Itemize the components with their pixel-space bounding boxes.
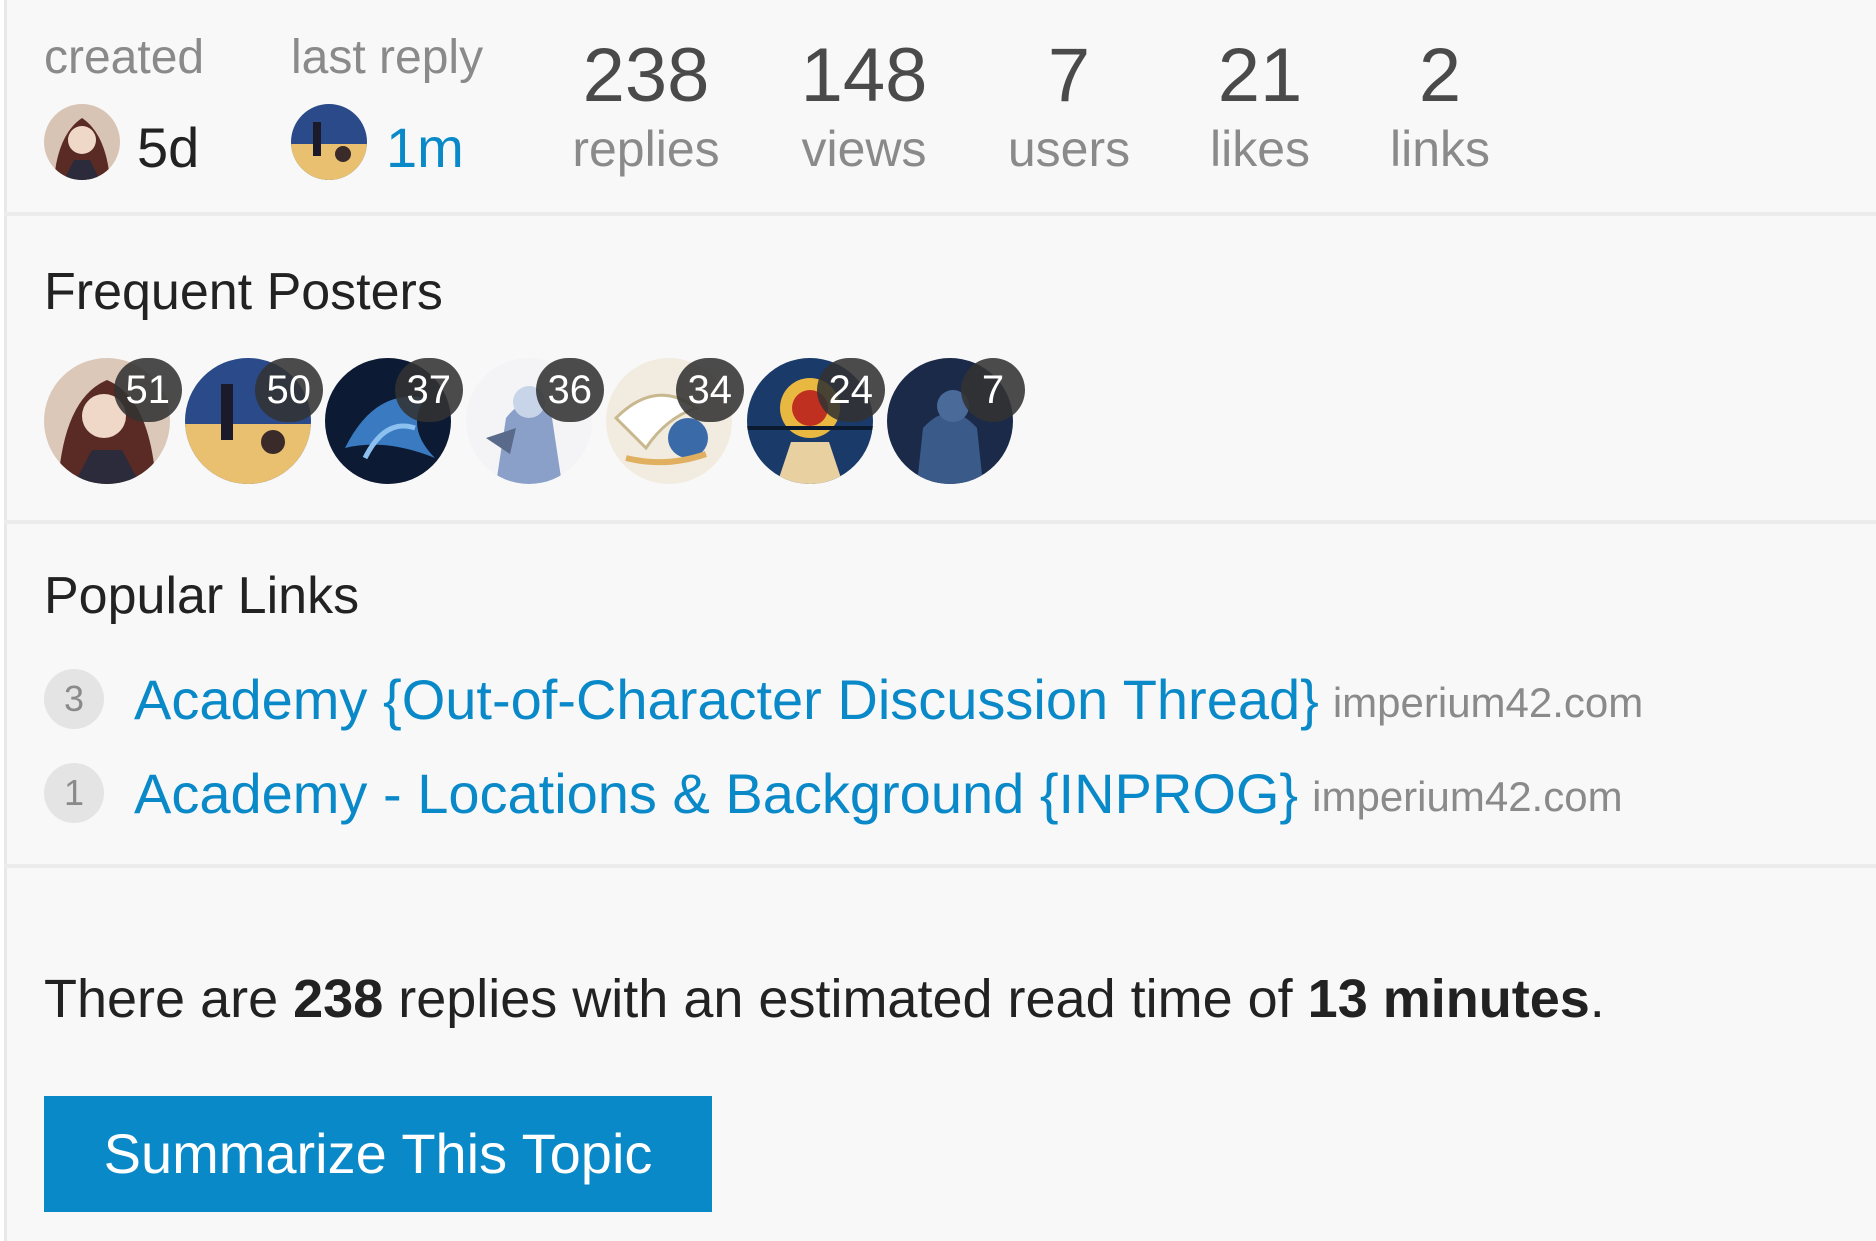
link-domain: imperium42.com	[1312, 773, 1623, 820]
last-reply-time[interactable]: 1m	[386, 120, 464, 176]
likes-label: likes	[1209, 121, 1311, 177]
frequent-poster[interactable]: 34	[606, 358, 744, 484]
read-time-summary: There are 238 replies with an estimated …	[44, 968, 1605, 1030]
frequent-poster[interactable]: 24	[747, 358, 885, 484]
links-count: 2	[1418, 33, 1462, 118]
likes-count: 21	[1217, 33, 1303, 118]
replies-metric: 238 replies	[546, 33, 746, 177]
frequent-posters-title: Frequent Posters	[44, 263, 443, 321]
link-click-count: 1	[44, 763, 104, 823]
last-reply-avatar[interactable]	[291, 104, 367, 180]
post-count-badge: 37	[394, 358, 463, 422]
likes-metric: 21 likes	[1160, 33, 1360, 177]
frequent-poster[interactable]: 37	[325, 358, 463, 484]
users-label: users	[1007, 121, 1131, 177]
divider	[4, 520, 1876, 524]
summary-read-time: 13 minutes	[1307, 969, 1590, 1029]
frequent-poster[interactable]: 36	[466, 358, 604, 484]
users-count: 7	[1047, 33, 1091, 118]
summary-suffix: .	[1589, 969, 1605, 1029]
created-time[interactable]: 5d	[137, 120, 199, 176]
link-domain: imperium42.com	[1332, 679, 1644, 726]
post-count-badge: 7	[961, 358, 1025, 422]
users-metric: 7 users	[969, 33, 1169, 177]
summary-prefix: There are	[44, 969, 294, 1029]
post-count-badge: 36	[535, 358, 604, 422]
replies-count: 238	[582, 33, 710, 118]
popular-link[interactable]: Academy - Locations & Background {INPROG…	[134, 761, 1298, 826]
post-count-badge: 34	[675, 358, 744, 422]
frequent-poster[interactable]: 51	[44, 358, 182, 484]
link-click-count: 3	[44, 669, 104, 729]
last-reply-label: last reply	[291, 31, 484, 84]
links-label: links	[1389, 121, 1491, 177]
creator-avatar[interactable]	[44, 104, 120, 180]
views-count: 148	[800, 33, 928, 118]
popular-link-item: 1 Academy - Locations & Background {INPR…	[44, 758, 1623, 828]
divider	[4, 864, 1876, 868]
frequent-poster[interactable]: 7	[887, 358, 1025, 484]
popular-link[interactable]: Academy {Out-of-Character Discussion Thr…	[134, 667, 1319, 732]
frequent-poster[interactable]: 50	[185, 358, 323, 484]
summarize-topic-button[interactable]: Summarize This Topic	[44, 1096, 712, 1212]
popular-link-item: 3 Academy {Out-of-Character Discussion T…	[44, 664, 1643, 734]
created-label: created	[44, 31, 205, 84]
popular-links-title: Popular Links	[44, 567, 360, 625]
views-label: views	[801, 121, 927, 177]
post-count-badge: 51	[113, 358, 182, 422]
links-metric[interactable]: 2 links	[1340, 33, 1540, 177]
views-metric: 148 views	[764, 33, 964, 177]
post-count-badge: 50	[254, 358, 323, 422]
divider	[4, 212, 1876, 216]
post-count-badge: 24	[816, 358, 885, 422]
replies-label: replies	[572, 121, 720, 177]
summary-middle: replies with an estimated read time of	[383, 969, 1308, 1029]
summary-replies-count: 238	[293, 969, 384, 1029]
